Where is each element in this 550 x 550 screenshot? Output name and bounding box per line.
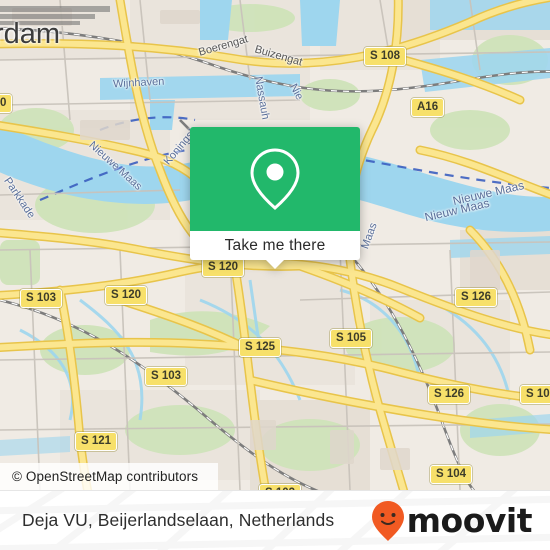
map-pin-icon xyxy=(250,148,300,210)
attribution-bar: © OpenStreetMap contributors xyxy=(0,463,218,490)
moovit-smiley-pin-icon xyxy=(371,500,404,541)
road-shield-s103-sw[interactable]: S 103 xyxy=(145,367,188,387)
attribution-text: © OpenStreetMap contributors xyxy=(12,469,199,484)
road-shield-s103-s[interactable]: S 103 xyxy=(259,484,302,490)
road-shield-s126-se[interactable]: S 126 xyxy=(428,385,471,405)
take-me-there-label: Take me there xyxy=(224,236,326,254)
moovit-wordmark: moovit xyxy=(406,501,533,540)
map-screen: rdam Boerengat Buizengat Wijnhaven Nassa… xyxy=(0,0,550,550)
road-shield-s126-e[interactable]: S 126 xyxy=(455,288,498,308)
road-shield-s104[interactable]: S 104 xyxy=(430,465,473,485)
take-me-there-button[interactable]: Take me there xyxy=(190,231,360,269)
road-shield-s108[interactable]: S 108 xyxy=(364,47,407,67)
map-label-city: rdam xyxy=(0,18,61,50)
popup-header xyxy=(190,127,360,231)
road-shield-s105-e[interactable]: S 105 xyxy=(520,385,550,405)
place-title: Deja VU, Beijerlandselaan, Netherlands xyxy=(22,510,335,530)
road-shield-s120-c[interactable]: S 120 xyxy=(202,258,245,278)
moovit-logo[interactable]: moovit xyxy=(371,500,533,542)
map-canvas[interactable]: rdam Boerengat Buizengat Wijnhaven Nassa… xyxy=(0,0,550,490)
road-shield-s121[interactable]: S 121 xyxy=(75,432,118,452)
location-popup[interactable]: Take me there xyxy=(190,127,360,269)
road-shield-a16[interactable]: A16 xyxy=(411,98,445,118)
road-shield-s105-c[interactable]: S 105 xyxy=(330,329,373,349)
popup-pointer xyxy=(265,259,285,269)
footer-bar: Deja VU, Beijerlandselaan, Netherlands m… xyxy=(0,490,550,550)
road-shield-edge[interactable]: 0 xyxy=(0,94,13,114)
road-shield-s103-w[interactable]: S 103 xyxy=(20,289,63,309)
road-shield-s120-w[interactable]: S 120 xyxy=(105,286,148,306)
road-shield-s125[interactable]: S 125 xyxy=(239,338,282,358)
